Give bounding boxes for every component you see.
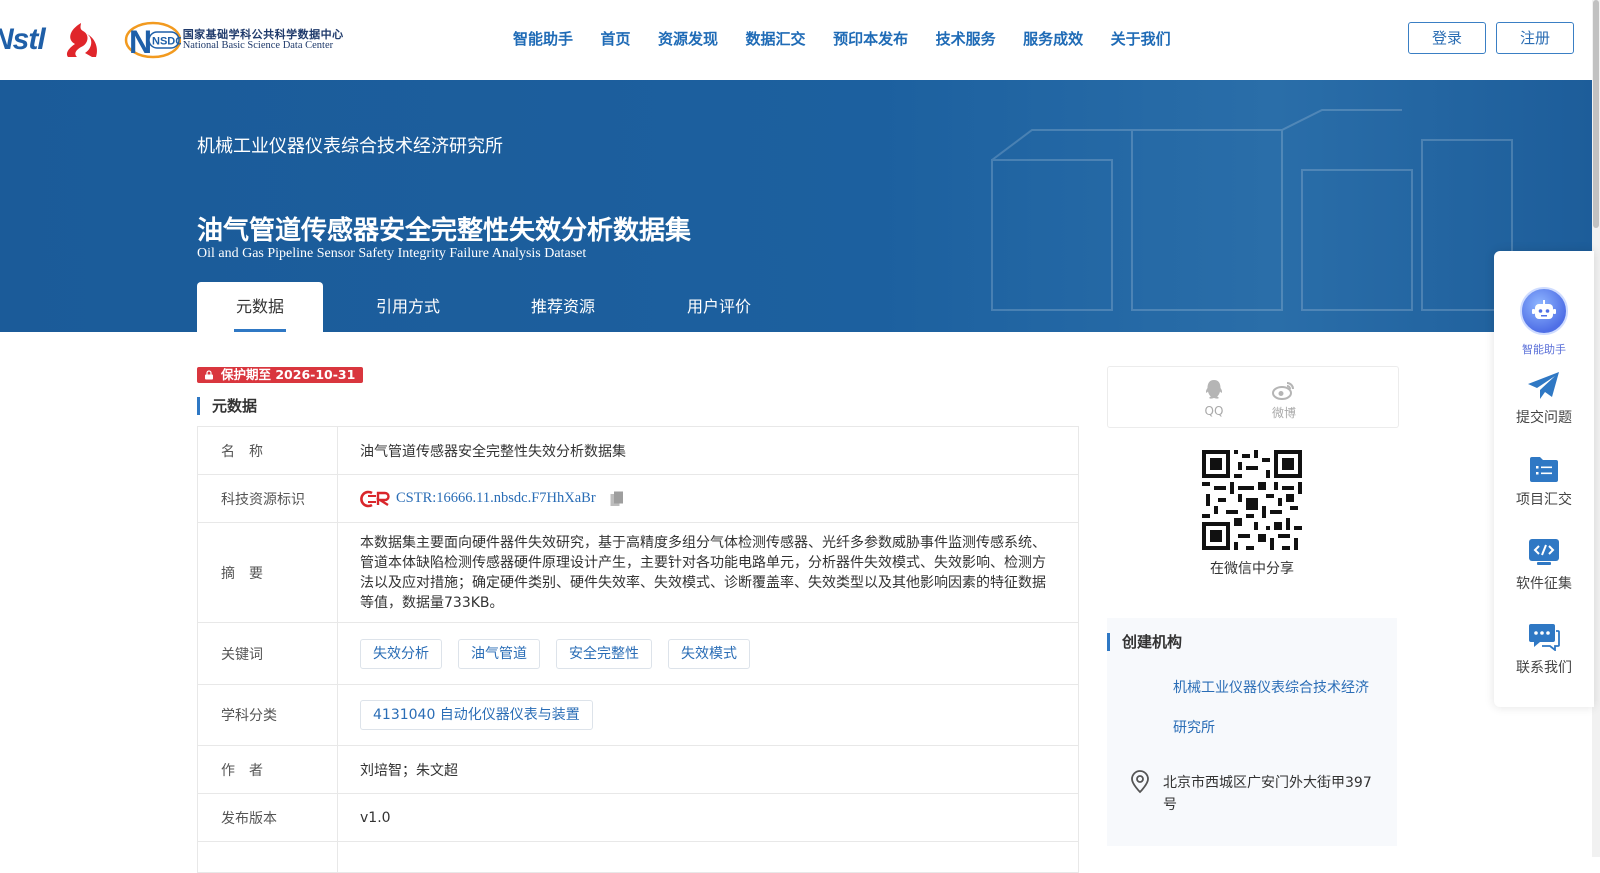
row-label: 科技资源标识 xyxy=(198,475,338,522)
weibo-label: 微博 xyxy=(1271,406,1296,420)
float-software-collection[interactable]: 软件征集 xyxy=(1494,539,1594,593)
table-row: 名 称 油气管道传感器安全完整性失效分析数据集 xyxy=(198,427,1078,475)
paper-plane-icon xyxy=(1528,372,1559,399)
tab-citation[interactable]: 引用方式 xyxy=(323,282,493,332)
partner-logo-icon[interactable] xyxy=(59,20,99,60)
top-header: Nstl N NSDC 国家基础学科公共科学数据中心 National Basi… xyxy=(0,0,1600,81)
nav-data-submission[interactable]: 数据汇交 xyxy=(746,28,806,49)
float-submit-label: 提交问题 xyxy=(1516,410,1572,426)
share-qq[interactable]: QQ xyxy=(1194,379,1234,418)
section-title-metadata: 元数据 xyxy=(197,397,257,415)
metadata-table: 名 称 油气管道传感器安全完整性失效分析数据集 科技资源标识 CSTR:1666… xyxy=(197,426,1079,873)
banner-decoration xyxy=(991,109,1513,311)
keyword-tag[interactable]: 安全完整性 xyxy=(556,638,652,669)
nsdc-logo-cn: 国家基础学科公共科学数据中心 xyxy=(182,27,344,41)
table-row: 关键词 失效分析 油气管道 安全完整性 失效模式 xyxy=(198,623,1078,685)
creator-org-link[interactable]: 机械工业仪器仪表综合技术经济研究所 xyxy=(1173,668,1378,748)
floating-toolbar: 智能助手 提交问题 项目汇交 软件征集 联系我们 xyxy=(1494,251,1594,707)
row-label: 关键词 xyxy=(198,623,338,684)
weibo-icon xyxy=(1272,382,1294,400)
float-submit-question[interactable]: 提交问题 xyxy=(1494,371,1594,427)
tab-reviews[interactable]: 用户评价 xyxy=(633,282,805,332)
protection-badge: 保护期至 2026-10-31 xyxy=(197,367,364,383)
logo-group: Nstl N NSDC 国家基础学科公共科学数据中心 National Basi… xyxy=(0,18,344,62)
row-label: 作 者 xyxy=(198,746,338,793)
organization-title[interactable]: 机械工业仪器仪表综合技术经济研究所 xyxy=(197,132,503,158)
float-ai-assistant[interactable]: 智能助手 xyxy=(1494,287,1594,357)
cstr-logo-icon xyxy=(360,490,390,507)
creator-org-address: 北京市西城区广安门外大街甲397号 xyxy=(1163,775,1372,813)
row-label: 发布版本 xyxy=(198,794,338,841)
float-ai-label: 智能助手 xyxy=(1522,343,1566,356)
row-label: 学科分类 xyxy=(198,685,338,745)
row-label: 名 称 xyxy=(198,427,338,474)
tab-metadata[interactable]: 元数据 xyxy=(197,282,323,332)
dataset-name-value: 油气管道传感器安全完整性失效分析数据集 xyxy=(360,443,626,460)
wechat-qr-code xyxy=(1202,450,1302,550)
svg-text:NSDC: NSDC xyxy=(152,36,181,48)
table-row: 科技资源标识 CSTR:16666.11.nbsdc.F7HhXaBr xyxy=(198,475,1078,523)
creator-org-card: 创建机构 机械工业仪器仪表综合技术经济研究所 北京市西城区广安门外大街甲397号 xyxy=(1107,618,1397,846)
nav-about[interactable]: 关于我们 xyxy=(1111,28,1171,49)
authors-value: 刘培智；朱文超 xyxy=(360,762,458,779)
qq-label: QQ xyxy=(1204,404,1224,418)
tab-recommended[interactable]: 推荐资源 xyxy=(493,282,633,332)
register-button[interactable]: 注册 xyxy=(1496,22,1574,54)
float-project-submission[interactable]: 项目汇交 xyxy=(1494,455,1594,509)
float-contact-us[interactable]: 联系我们 xyxy=(1494,623,1594,677)
location-pin-icon xyxy=(1131,770,1149,794)
copy-icon[interactable] xyxy=(610,491,624,507)
nsdc-logo[interactable]: N NSDC 国家基础学科公共科学数据中心 National Basic Sci… xyxy=(123,20,344,60)
keyword-tag[interactable]: 失效模式 xyxy=(668,638,750,669)
nav-tech-service[interactable]: 技术服务 xyxy=(936,28,996,49)
float-software-label: 软件征集 xyxy=(1516,576,1572,592)
detail-tabs: 元数据 引用方式 推荐资源 用户评价 xyxy=(197,282,805,332)
share-panel: QQ 微博 xyxy=(1107,366,1399,428)
table-row: 学科分类 4131040 自动化仪器仪表与装置 xyxy=(198,685,1078,746)
dataset-title: 油气管道传感器安全完整性失效分析数据集 xyxy=(197,216,692,246)
nav-resource-discovery[interactable]: 资源发现 xyxy=(658,28,718,49)
table-row: 发布版本 v1.0 xyxy=(198,794,1078,842)
nav-service-results[interactable]: 服务成效 xyxy=(1023,28,1083,49)
code-icon xyxy=(1529,539,1559,565)
main-nav: 智能助手 首页 资源发现 数据汇交 预印本发布 技术服务 服务成效 关于我们 xyxy=(513,28,1198,49)
qr-caption: 在微信中分享 xyxy=(1210,561,1294,577)
nav-home[interactable]: 首页 xyxy=(601,28,631,49)
nav-ai-assistant[interactable]: 智能助手 xyxy=(513,28,573,49)
dataset-banner: 机械工业仪器仪表综合技术经济研究所 油气管道传感器安全完整性失效分析数据集 Oi… xyxy=(0,80,1592,332)
nav-preprint[interactable]: 预印本发布 xyxy=(833,28,908,49)
keyword-tag[interactable]: 油气管道 xyxy=(458,638,540,669)
keyword-tag[interactable]: 失效分析 xyxy=(360,638,442,669)
table-row xyxy=(198,842,1078,873)
nstl-logo[interactable]: Nstl xyxy=(0,23,46,57)
creator-org-heading: 创建机构 xyxy=(1107,633,1182,651)
nsdc-mark-icon: N NSDC xyxy=(124,21,181,60)
table-row: 作 者 刘培智；朱文超 xyxy=(198,746,1078,794)
version-value: v1.0 xyxy=(360,809,391,826)
subject-tag[interactable]: 4131040 自动化仪器仪表与装置 xyxy=(360,700,593,730)
float-project-label: 项目汇交 xyxy=(1516,492,1572,508)
dataset-subtitle-en: Oil and Gas Pipeline Sensor Safety Integ… xyxy=(197,246,587,261)
nsdc-logo-en: National Basic Science Data Center xyxy=(182,40,334,52)
share-weibo[interactable]: 微博 xyxy=(1264,379,1304,421)
qq-icon xyxy=(1205,380,1223,399)
float-contact-label: 联系我们 xyxy=(1516,660,1572,676)
chat-icon xyxy=(1529,624,1560,651)
lock-icon xyxy=(205,370,213,380)
robot-icon xyxy=(1532,300,1556,319)
scrollbar-thumb[interactable] xyxy=(1593,0,1599,228)
login-button[interactable]: 登录 xyxy=(1408,22,1486,54)
folder-list-icon xyxy=(1530,457,1558,482)
cstr-link[interactable]: CSTR:16666.11.nbsdc.F7HhXaBr xyxy=(396,490,596,507)
row-label: 摘 要 xyxy=(198,523,338,622)
abstract-value: 本数据集主要面向硬件器件失效研究，基于高精度多组分气体检测传感器、光纤多参数威胁… xyxy=(360,534,1046,611)
table-row: 摘 要 本数据集主要面向硬件器件失效研究，基于高精度多组分气体检测传感器、光纤多… xyxy=(198,523,1078,623)
protection-badge-text: 保护期至 2026-10-31 xyxy=(221,367,356,382)
